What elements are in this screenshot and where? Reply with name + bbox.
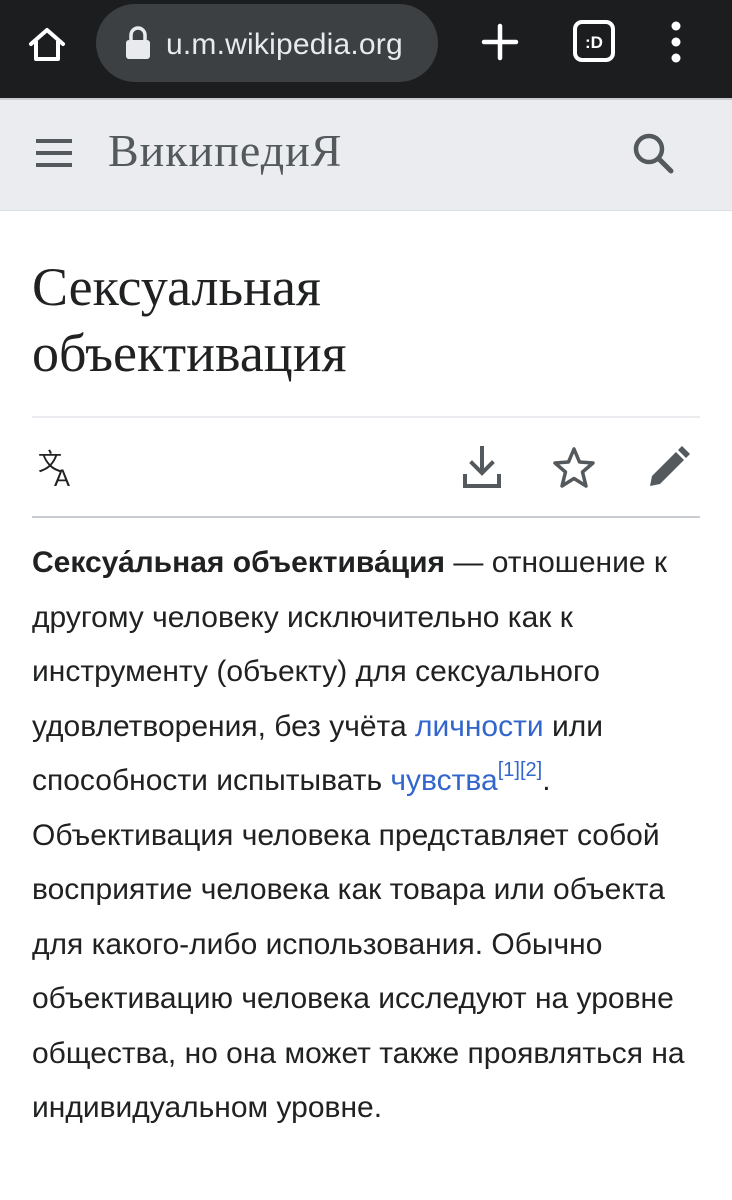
references: [1][2] xyxy=(498,759,543,781)
reference-2[interactable]: [2] xyxy=(520,759,542,781)
star-icon[interactable] xyxy=(550,444,598,492)
download-icon[interactable] xyxy=(458,444,506,492)
plus-icon[interactable] xyxy=(476,18,524,66)
tab-switcher-icon: :D xyxy=(573,20,615,62)
reference-1[interactable]: [1] xyxy=(498,759,520,781)
lead-term: Сексуа́льная объектива́ция xyxy=(32,546,446,579)
wikipedia-wordmark[interactable]: ВикипедиЯ xyxy=(108,124,342,177)
title-divider xyxy=(32,416,700,418)
page-title-line1: Сексуальная xyxy=(32,257,321,317)
address-bar[interactable]: u.m.wikipedia.org xyxy=(96,4,438,82)
svg-text:A: A xyxy=(54,465,70,492)
hamburger-menu-icon[interactable] xyxy=(34,136,74,170)
wiki-header: ВикипедиЯ xyxy=(0,98,732,211)
link-lichnosti[interactable]: личности xyxy=(415,710,544,743)
home-icon[interactable] xyxy=(22,20,72,70)
article-paragraph: Сексуа́льная объектива́ция — отношение к… xyxy=(32,536,708,1136)
tab-switcher-button[interactable]: :D xyxy=(572,18,616,64)
page-title: Сексуальная объективация xyxy=(32,254,702,386)
search-icon[interactable] xyxy=(630,130,676,176)
lock-icon xyxy=(126,26,150,59)
overflow-menu-icon[interactable] xyxy=(664,18,688,66)
language-icon[interactable]: 文 A xyxy=(36,444,84,492)
tab-switcher-label: :D xyxy=(585,33,603,52)
url-text: u.m.wikipedia.org xyxy=(166,28,403,61)
paragraph-text-3: . Объективация человека представляет соб… xyxy=(32,764,685,1124)
link-chuvstva[interactable]: чувства xyxy=(390,764,497,797)
page-title-line2: объективация xyxy=(32,323,347,383)
edit-icon[interactable] xyxy=(644,444,692,492)
browser-toolbar: u.m.wikipedia.org :D xyxy=(0,0,732,98)
actions-divider xyxy=(32,516,700,518)
